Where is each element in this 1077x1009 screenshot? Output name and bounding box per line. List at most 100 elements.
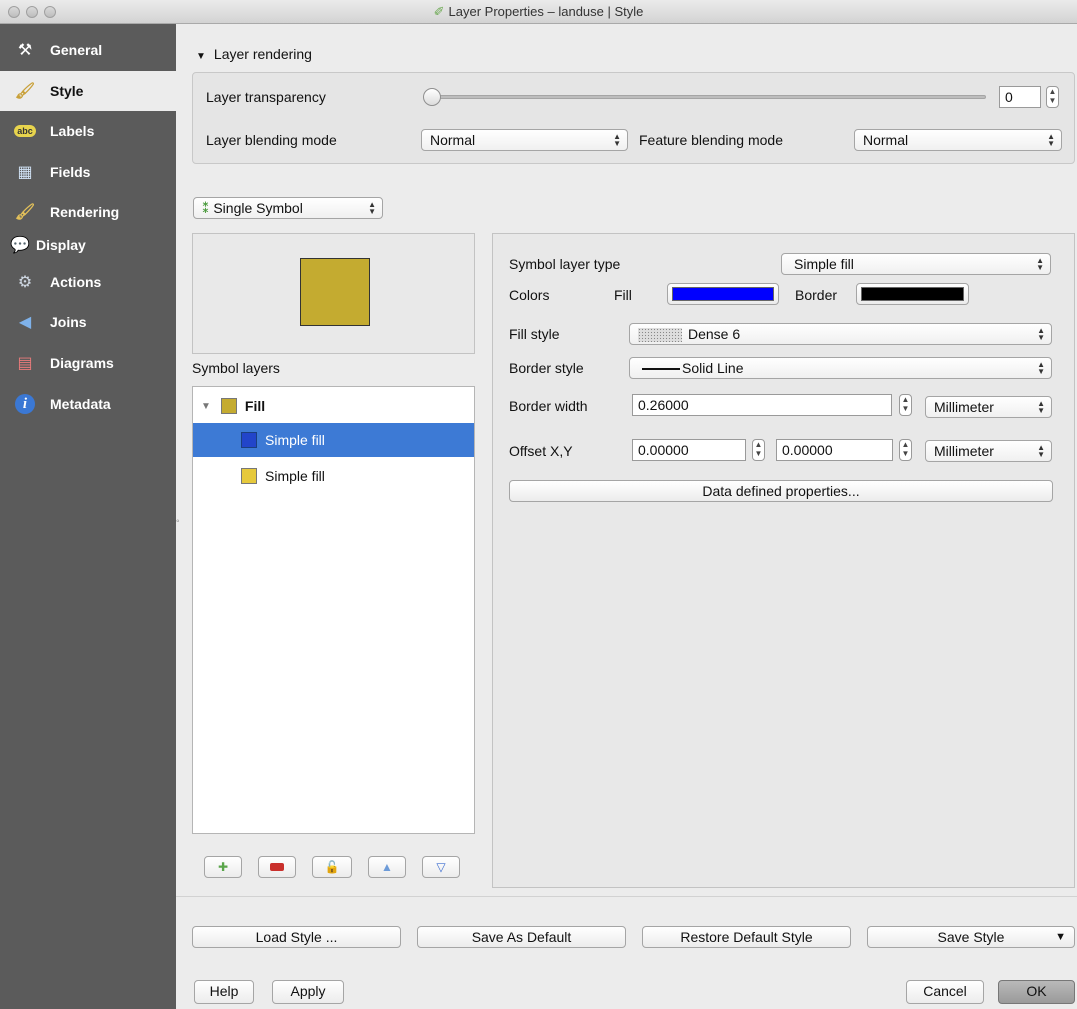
- tree-item-simple-fill-1[interactable]: Simple fill: [193, 423, 474, 457]
- fill-style-label: Fill style: [509, 326, 560, 342]
- border-width-unit-select[interactable]: Millimeter ▲ ▼: [925, 396, 1052, 418]
- transparency-spinner[interactable]: ▲ ▼: [1046, 86, 1059, 108]
- sidebar-item-rendering[interactable]: 🖌 Rendering: [0, 192, 176, 232]
- select-arrows-icon: ▲ ▼: [1037, 399, 1045, 415]
- button-label: Save Style: [937, 929, 1005, 945]
- group-title: Layer rendering: [213, 46, 312, 62]
- sidebar-item-fields[interactable]: ▦ Fields: [0, 152, 176, 192]
- apply-button[interactable]: Apply: [272, 980, 344, 1004]
- minimize-window-button[interactable]: [26, 6, 38, 18]
- paintbrush-icon: 🖌: [14, 83, 36, 100]
- border-width-spinner[interactable]: ▲ ▼: [899, 394, 912, 416]
- layer-rendering-toggle[interactable]: ▼ Layer rendering: [196, 46, 312, 62]
- tree-item-label: Simple fill: [265, 432, 325, 448]
- select-arrows-icon: ▲ ▼: [368, 200, 376, 216]
- border-width-input[interactable]: 0.26000: [632, 394, 892, 416]
- offset-unit-select[interactable]: Millimeter ▲ ▼: [925, 440, 1052, 462]
- select-arrows-icon: ▲ ▼: [1037, 360, 1045, 376]
- move-down-button[interactable]: ▽: [422, 856, 460, 878]
- tree-item-label: Simple fill: [265, 468, 325, 484]
- fill-style-select[interactable]: Dense 6 ▲ ▼: [629, 323, 1052, 345]
- sidebar-item-style[interactable]: 🖌 Style: [0, 71, 176, 111]
- colors-label: Colors: [509, 287, 550, 303]
- sidebar-item-diagrams[interactable]: ▤ Diagrams: [0, 343, 176, 383]
- sidebar-item-metadata[interactable]: i Metadata: [0, 384, 176, 424]
- zoom-window-button[interactable]: [44, 6, 56, 18]
- border-style-label: Border style: [509, 360, 584, 376]
- select-arrows-icon: ▲ ▼: [1037, 443, 1045, 459]
- close-window-button[interactable]: [8, 6, 20, 18]
- cancel-button[interactable]: Cancel: [906, 980, 984, 1004]
- border-color-label: Border: [795, 287, 838, 303]
- add-layer-button[interactable]: ✚: [204, 856, 242, 878]
- select-value: Single Symbol: [213, 200, 303, 216]
- sidebar-item-label: Metadata: [50, 396, 111, 412]
- tree-item-label: Fill: [244, 398, 266, 414]
- ok-button[interactable]: OK: [998, 980, 1075, 1004]
- window-controls: [8, 6, 56, 18]
- select-value: Millimeter: [934, 399, 994, 415]
- speech-bubble-icon: 💬: [10, 237, 30, 254]
- sidebar-item-label: Style: [50, 83, 84, 99]
- single-symbol-icon: ⁑: [202, 200, 210, 216]
- lock-layer-button[interactable]: 🔓: [312, 856, 352, 878]
- sidebar-item-label: Rendering: [50, 204, 120, 220]
- remove-layer-button[interactable]: [258, 856, 296, 878]
- data-defined-properties-button[interactable]: Data defined properties...: [509, 480, 1053, 502]
- arrow-down-icon: ▽: [436, 860, 446, 874]
- gear-play-icon: ⚙: [17, 274, 33, 291]
- feature-blending-select[interactable]: Normal ▲ ▼: [854, 129, 1062, 151]
- save-as-default-button[interactable]: Save As Default: [417, 926, 626, 948]
- info-icon: i: [12, 393, 38, 415]
- symbol-preview-swatch: [300, 258, 370, 326]
- qgis-icon: ✐: [433, 4, 445, 19]
- title-bar: ✐ Layer Properties – landuse | Style: [0, 0, 1077, 24]
- renderer-select[interactable]: ⁑ Single Symbol ▲ ▼: [193, 197, 383, 219]
- layer-blending-select[interactable]: Normal ▲ ▼: [421, 129, 628, 151]
- chart-icon: ▤: [17, 355, 33, 372]
- transparency-slider-handle[interactable]: [423, 88, 441, 106]
- blending-label: Layer blending mode: [206, 132, 337, 148]
- border-color-button[interactable]: [856, 283, 969, 305]
- save-style-button[interactable]: Save Style ▼: [867, 926, 1075, 948]
- sidebar-item-general[interactable]: ⚒ General: [0, 30, 176, 70]
- lock-icon: 🔓: [324, 860, 340, 874]
- symbol-layer-type-select[interactable]: Simple fill ▲ ▼: [781, 253, 1051, 275]
- sidebar-item-labels[interactable]: abc Labels: [0, 111, 176, 151]
- feature-blending-label: Feature blending mode: [639, 132, 783, 148]
- offset-x-input[interactable]: 0.00000: [632, 439, 746, 461]
- collapse-triangle-icon[interactable]: ▼: [201, 401, 211, 412]
- transparency-input[interactable]: 0: [999, 86, 1041, 108]
- restore-default-style-button[interactable]: Restore Default Style: [642, 926, 851, 948]
- sidebar-item-label: Diagrams: [50, 355, 114, 371]
- plus-icon: ✚: [217, 860, 229, 874]
- border-style-select[interactable]: Solid Line ▲ ▼: [629, 357, 1052, 379]
- offset-y-input[interactable]: 0.00000: [776, 439, 893, 461]
- offset-y-spinner[interactable]: ▲ ▼: [899, 439, 912, 461]
- select-arrows-icon: ▲ ▼: [613, 132, 621, 148]
- sidebar-item-label: Display: [36, 237, 86, 253]
- sidebar-item-display[interactable]: 💬 Display: [0, 227, 176, 263]
- sidebar-item-joins[interactable]: ◀ Joins: [0, 302, 176, 342]
- tree-item-simple-fill-2[interactable]: Simple fill: [193, 459, 474, 493]
- offset-x-spinner[interactable]: ▲ ▼: [752, 439, 765, 461]
- sidebar-item-label: Joins: [50, 314, 87, 330]
- select-value: Simple fill: [794, 256, 854, 272]
- solid-fill-icon: [241, 468, 257, 484]
- sidebar-item-label: Actions: [50, 274, 102, 290]
- sidebar-item-label: Fields: [50, 164, 91, 180]
- splitter-handle[interactable]: ◦: [176, 516, 180, 527]
- offset-label: Offset X,Y: [509, 443, 573, 459]
- sidebar-item-actions[interactable]: ⚙ Actions: [0, 262, 176, 302]
- transparency-slider-track[interactable]: [430, 95, 986, 99]
- move-up-button[interactable]: ▲: [368, 856, 406, 878]
- fill-color-button[interactable]: [667, 283, 779, 305]
- load-style-button[interactable]: Load Style ...: [192, 926, 401, 948]
- help-button[interactable]: Help: [194, 980, 254, 1004]
- fill-color-swatch: [672, 287, 774, 301]
- symbol-layer-type-label: Symbol layer type: [509, 256, 621, 272]
- select-value: Millimeter: [934, 443, 994, 459]
- dense-pattern-icon: [638, 328, 682, 343]
- tree-item-fill[interactable]: ▼ Fill: [193, 389, 474, 423]
- dropdown-arrow-icon[interactable]: ▼: [1055, 927, 1066, 947]
